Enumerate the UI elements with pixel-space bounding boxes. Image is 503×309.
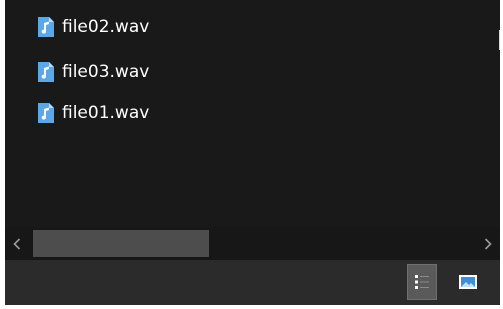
status-bar (5, 260, 500, 305)
large-icons-view-icon (459, 275, 477, 289)
music-note-icon (38, 17, 54, 37)
file-name: file01.wav (62, 103, 150, 123)
scroll-thumb[interactable] (33, 230, 209, 257)
file-list: file02.wav file03.wav file01.wav (5, 0, 500, 222)
file-item-file01[interactable]: file01.wav (38, 98, 157, 128)
scroll-left-button[interactable] (5, 227, 29, 260)
file-item-file02[interactable]: file02.wav (38, 12, 157, 42)
file-name: file02.wav (62, 17, 150, 37)
vertical-scrollbar-edge[interactable] (499, 30, 500, 50)
horizontal-scrollbar[interactable] (5, 227, 500, 260)
music-note-icon (38, 103, 54, 123)
chevron-left-icon (13, 237, 21, 250)
details-view-icon (415, 275, 429, 289)
file-explorer-pane: file02.wav file03.wav file01.wav (5, 0, 500, 305)
chevron-right-icon (484, 237, 492, 250)
file-name: file03.wav (62, 62, 150, 82)
music-note-icon (38, 62, 54, 82)
file-item-file03[interactable]: file03.wav (38, 57, 157, 87)
large-icons-view-button[interactable] (453, 264, 483, 300)
details-view-button[interactable] (407, 264, 437, 300)
scroll-right-button[interactable] (476, 227, 500, 260)
scroll-track[interactable] (33, 230, 473, 257)
